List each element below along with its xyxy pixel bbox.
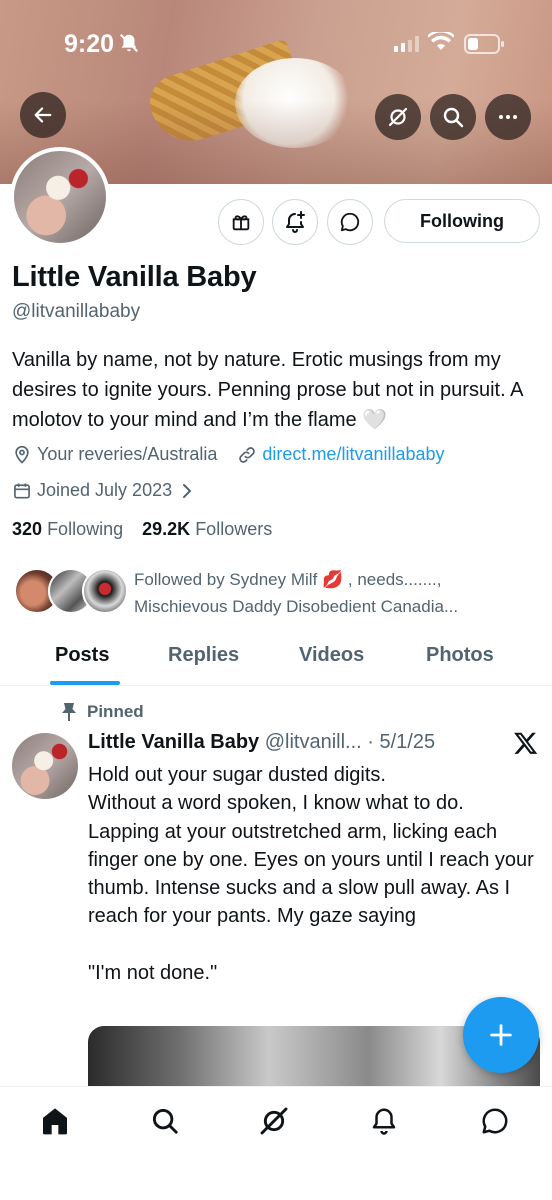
notifications-subscribe-button[interactable] xyxy=(272,199,318,245)
location-pin-icon xyxy=(15,445,29,464)
search-icon xyxy=(152,1108,178,1134)
gift-icon xyxy=(232,215,250,231)
tab-posts[interactable]: Posts xyxy=(55,644,109,667)
active-tab-indicator xyxy=(50,681,120,685)
status-time: 9:20 xyxy=(64,30,115,58)
followed-by-text: Followed by Sydney Milf 💋 , needs.......… xyxy=(134,570,459,616)
wifi-icon xyxy=(427,30,455,57)
post-author-avatar[interactable] xyxy=(12,733,78,799)
profile-name: Little Vanilla Baby xyxy=(12,261,257,293)
search-icon xyxy=(443,107,464,128)
message-icon xyxy=(340,212,360,232)
message-button[interactable] xyxy=(327,199,373,245)
profile-avatar[interactable] xyxy=(10,147,110,247)
profile-website-link[interactable]: direct.me/litvanillababy xyxy=(262,444,444,465)
compose-plus-icon xyxy=(490,1024,512,1046)
home-icon xyxy=(43,1108,67,1135)
grok-icon xyxy=(388,107,408,127)
cellular-signal-icon xyxy=(394,36,420,57)
battery-icon xyxy=(464,34,506,59)
grok-button[interactable] xyxy=(375,94,421,140)
joined-row[interactable]: Joined July 2023 xyxy=(12,480,199,501)
location-website-row: Your reveries/Australia direct.me/litvan… xyxy=(12,444,445,465)
silent-bell-icon xyxy=(118,32,140,59)
status-bar: 9:20 xyxy=(0,28,552,64)
back-button[interactable] xyxy=(20,92,66,138)
more-icon xyxy=(499,115,517,119)
bell-icon xyxy=(372,1108,396,1135)
message-icon xyxy=(482,1108,508,1134)
tab-videos[interactable]: Videos xyxy=(299,644,364,667)
link-icon xyxy=(239,446,256,463)
post-author-name: Little Vanilla Baby xyxy=(88,731,260,753)
nav-home[interactable] xyxy=(37,1103,73,1139)
profile-tabs: Posts Replies Videos Photos xyxy=(0,628,552,686)
compose-post-button[interactable] xyxy=(463,997,539,1073)
following-count-link[interactable]: 320 Following xyxy=(12,519,123,539)
pin-icon xyxy=(62,703,76,721)
following-button[interactable]: Following xyxy=(384,199,540,243)
follower-avatar xyxy=(82,568,128,614)
grok-icon xyxy=(260,1107,288,1135)
chevron-right-icon xyxy=(183,483,192,498)
post-header[interactable]: Little Vanilla Baby @litvanill... · 5/1/… xyxy=(88,731,435,754)
pinned-label: Pinned xyxy=(60,702,144,722)
tab-photos[interactable]: Photos xyxy=(426,644,494,667)
notification-bell-plus-icon xyxy=(286,211,305,233)
profile-handle: @litvanillababy xyxy=(12,301,141,322)
profile-bio: Vanilla by name, not by nature. Erotic m… xyxy=(12,349,523,431)
follow-counts: 320 Following 29.2K Followers xyxy=(12,519,286,540)
nav-notifications[interactable] xyxy=(366,1103,402,1139)
post-meta: @litvanill... · 5/1/25 xyxy=(264,731,436,753)
search-button[interactable] xyxy=(430,94,476,140)
more-button[interactable] xyxy=(485,94,531,140)
nav-search[interactable] xyxy=(147,1103,183,1139)
calendar-icon xyxy=(14,483,30,498)
bottom-navigation xyxy=(0,1086,552,1200)
post-text: Hold out your sugar dusted digits. Witho… xyxy=(88,764,534,985)
nav-messages[interactable] xyxy=(477,1103,513,1139)
profile-joined-date: Joined July 2023 xyxy=(37,480,173,500)
profile-location: Your reveries/Australia xyxy=(37,444,218,464)
gift-button[interactable] xyxy=(218,199,264,245)
tab-replies[interactable]: Replies xyxy=(168,644,239,667)
x-logo-icon xyxy=(513,730,539,761)
back-arrow-icon xyxy=(34,107,52,123)
followers-count-link[interactable]: 29.2K Followers xyxy=(142,519,272,539)
followed-by-row[interactable]: Followed by Sydney Milf 💋 , needs.......… xyxy=(14,566,544,616)
nav-grok[interactable] xyxy=(256,1103,292,1139)
